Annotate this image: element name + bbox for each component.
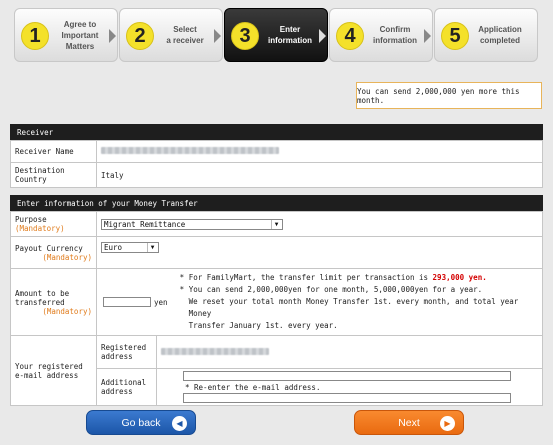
step-3: 3 Enter information [224,8,328,62]
go-back-label: Go back [121,416,161,429]
monthly-limit-notice: You can send 2,000,000 yen more this mon… [356,82,542,109]
step-number: 1 [21,22,49,50]
additional-address-cell: * Re-enter the e-mail address. [156,368,543,406]
purpose-selected-value: Migrant Remittance [104,219,186,229]
amount-unit: yen [154,297,168,307]
purpose-select[interactable]: Migrant Remittance ▼ [101,218,283,230]
transfer-table: Purpose (Mandatory) Migrant Remittance ▼… [10,211,543,406]
purpose-label-cell: Purpose (Mandatory) [10,211,97,237]
step-number: 5 [441,22,469,50]
step-label: Select a receiver [166,25,204,45]
mandatory-tag: (Mandatory) [15,224,65,233]
step-arrow-icon [109,29,116,43]
back-arrow-icon: ◀ [172,416,187,431]
limit-amount: 293,000 yen. [432,273,487,282]
currency-selected-value: Euro [104,243,123,252]
step-label: Agree to Important Matters [61,19,99,51]
transfer-section-header: Enter information of your Money Transfer [10,195,543,211]
period-note: * You can send 2,000,000yen for one mont… [179,285,483,294]
step-1: 1 Agree to Important Matters [14,8,118,62]
receiver-table: Receiver Name Destination Country Italy [10,140,543,188]
receiver-section-header: Receiver [10,124,543,140]
step-arrow-icon [424,29,431,43]
email-label: Your registered e-mail address [10,335,97,406]
payout-currency-select[interactable]: Euro ▼ [101,242,159,253]
step-number: 4 [336,22,364,50]
reset-note-1: We reset your total month Money Transfer… [188,297,519,318]
destination-country-value: Italy [96,162,543,188]
reenter-note: * Re-enter the e-mail address. [185,383,321,392]
step-arrow-icon [319,29,326,43]
receiver-name-label: Receiver Name [10,140,97,163]
step-number: 2 [126,22,154,50]
chevron-down-icon: ▼ [147,243,157,252]
go-back-button[interactable]: Go back ◀ [86,410,196,435]
amount-input[interactable] [103,297,151,307]
mandatory-tag: (Mandatory) [42,306,92,316]
reenter-email-input[interactable] [183,393,511,403]
reset-note-2: Transfer January 1st. every year. [188,321,338,330]
registered-address-value [156,335,543,369]
progress-steps: 1 Agree to Important Matters 2 Select a … [14,8,540,64]
step-number: 3 [231,22,259,50]
next-arrow-icon: ▶ [440,416,455,431]
currency-label-cell: Payout Currency (Mandatory) [10,236,97,269]
next-button[interactable]: Next ▶ [354,410,464,435]
chevron-down-icon: ▼ [271,219,281,229]
currency-cell: Euro ▼ [96,236,543,269]
step-5: 5 Application completed [434,8,538,62]
additional-address-label: Additional address [96,368,157,406]
limit-note: * For FamilyMart, the transfer limit per… [179,273,433,282]
step-label: Application completed [478,25,522,45]
redacted-name [101,147,279,154]
next-label: Next [398,416,420,429]
step-arrow-icon [214,29,221,43]
mandatory-tag: (Mandatory) [42,252,92,262]
step-label: Enter information [268,25,312,45]
purpose-label: Purpose [15,215,47,224]
step-2: 2 Select a receiver [119,8,223,62]
amount-cell: yen * For FamilyMart, the transfer limit… [96,268,543,336]
currency-label: Payout Currency [15,243,83,253]
transfer-notes: * For FamilyMart, the transfer limit per… [180,272,538,332]
purpose-cell: Migrant Remittance ▼ [96,211,543,237]
destination-country-label: Destination Country [10,162,97,188]
registered-address-label: Registered address [96,335,157,369]
amount-label: Amount to be transferred [15,288,70,307]
step-4: 4 Confirm information [329,8,433,62]
amount-label-cell: Amount to be transferred (Mandatory) [10,268,97,336]
receiver-name-value [96,140,543,163]
step-label: Confirm information [373,25,417,45]
redacted-email [161,347,269,355]
additional-address-input[interactable] [183,371,511,381]
